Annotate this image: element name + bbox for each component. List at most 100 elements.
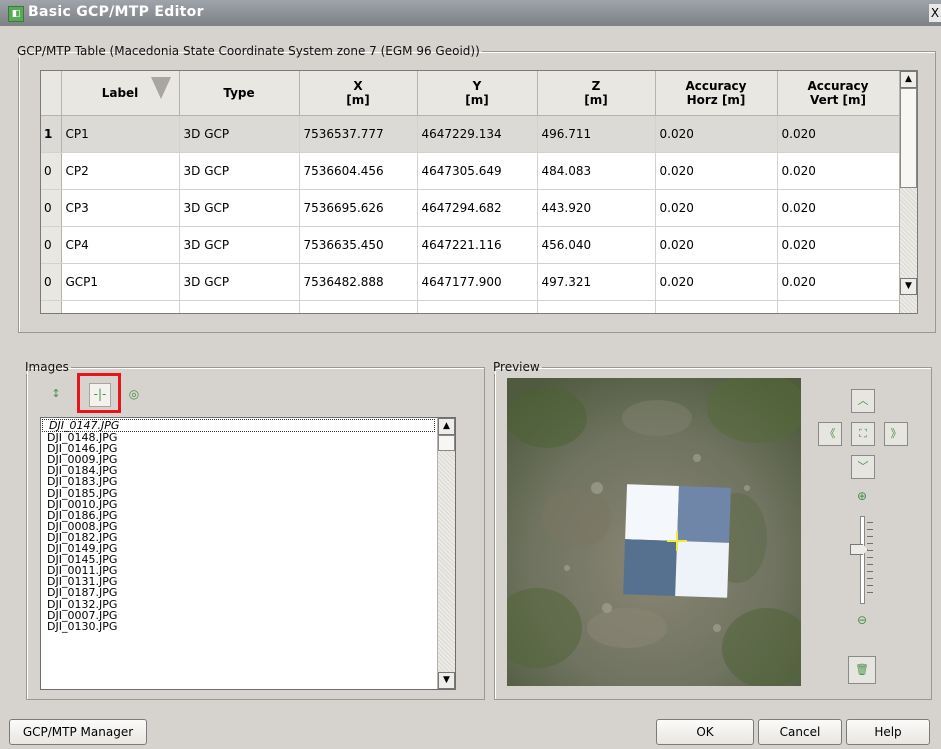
cell-z[interactable]: 497.321 xyxy=(537,263,656,301)
cell-x[interactable]: 7536537.777 xyxy=(299,115,418,153)
pan-right-icon[interactable]: 》 xyxy=(884,422,908,446)
scroll-up-icon[interactable]: ▲ xyxy=(900,71,917,88)
cell-type[interactable]: 3D GCP xyxy=(179,226,300,264)
close-icon[interactable]: X xyxy=(929,4,941,22)
cell-y[interactable]: 4647177.900 xyxy=(417,263,538,301)
cell-z[interactable]: 484.083 xyxy=(537,152,656,190)
cell-type[interactable]: 3D GCP xyxy=(179,152,300,190)
cell-accuracy-vert[interactable]: 0.020 xyxy=(777,115,900,153)
column-header-text: X xyxy=(353,79,363,93)
cell-accuracy-horz[interactable]: 0.020 xyxy=(655,152,778,190)
cell-x[interactable]: 7536482.888 xyxy=(299,263,418,301)
table-row[interactable]: 0 GCP1 3D GCP 7536482.888 4647177.900 49… xyxy=(41,263,900,301)
column-header-text: Z xyxy=(591,79,601,93)
column-header-accuracy-vert[interactable]: Accuracy Vert [m] xyxy=(777,71,900,116)
gcp-table[interactable]: Label Type X [m] Y [m] Z [m] Accuracy Horz [… xyxy=(40,70,918,314)
pan-down-icon[interactable]: ﹀ xyxy=(851,455,875,479)
slider-ticks xyxy=(867,522,873,596)
cell-y[interactable]: 4647229.134 xyxy=(417,115,538,153)
list-item[interactable]: DJI_0187.JPG xyxy=(41,587,455,598)
cell-accuracy-vert[interactable]: 0.020 xyxy=(777,152,900,190)
image-list[interactable]: DJI_0147.JPG DJI_0148.JPG DJI_0146.JPG D… xyxy=(40,417,456,690)
cell-type[interactable]: 3D GCP xyxy=(179,189,300,227)
zoom-slider[interactable] xyxy=(850,516,874,604)
row-flag: 0 xyxy=(41,226,62,264)
scroll-thumb[interactable] xyxy=(900,88,917,188)
table-row[interactable]: 1 CP1 3D GCP 7536537.777 4647229.134 496… xyxy=(41,115,900,153)
cell-label[interactable]: GCP1 xyxy=(61,263,180,301)
scroll-thumb[interactable] xyxy=(438,435,455,451)
ok-button[interactable]: OK xyxy=(656,719,754,745)
row-flag: 1 xyxy=(41,115,62,153)
fit-icon[interactable]: ⛶ xyxy=(851,422,875,446)
list-item[interactable]: DJI_0183.JPG xyxy=(41,476,455,487)
column-header-z[interactable]: Z [m] xyxy=(537,71,656,116)
trash-icon[interactable]: 🗑 xyxy=(848,656,876,684)
cell-accuracy-horz[interactable]: 0.020 xyxy=(655,263,778,301)
cell-y[interactable]: 4647294.682 xyxy=(417,189,538,227)
cell-accuracy-vert[interactable]: 0.020 xyxy=(777,263,900,301)
column-header-unit: [m] xyxy=(584,93,608,107)
slider-thumb[interactable] xyxy=(850,544,868,555)
cell-y[interactable]: 4647221.116 xyxy=(417,226,538,264)
cell-accuracy-vert[interactable]: 0.020 xyxy=(777,226,900,264)
help-button[interactable]: Help xyxy=(846,719,930,745)
column-header-type[interactable]: Type xyxy=(179,71,300,116)
column-header-accuracy-horz[interactable]: Accuracy Horz [m] xyxy=(655,71,778,116)
cell-accuracy-horz[interactable]: 0.020 xyxy=(655,115,778,153)
column-header-text: Y xyxy=(472,79,482,93)
pan-left-icon[interactable]: 《 xyxy=(818,422,842,446)
cell-z[interactable]: 496.711 xyxy=(537,115,656,153)
cell-x[interactable]: 7536695.626 xyxy=(299,189,418,227)
table-row[interactable]: 0 CP3 3D GCP 7536695.626 4647294.682 443… xyxy=(41,189,900,227)
preview-image[interactable] xyxy=(507,378,801,686)
images-group-legend: Images xyxy=(25,360,69,374)
scroll-down-icon[interactable]: ▼ xyxy=(438,672,455,689)
column-header-unit: [m] xyxy=(465,93,489,107)
cancel-button[interactable]: Cancel xyxy=(758,719,842,745)
cell-x[interactable]: 7536635.450 xyxy=(299,226,418,264)
cell-type[interactable]: 3D GCP xyxy=(179,263,300,301)
table-row[interactable] xyxy=(41,300,900,313)
preview-group-legend: Preview xyxy=(493,360,540,374)
editor-window: ◧ Basic GCP/MTP Editor X GCP/MTP Table (… xyxy=(0,0,941,749)
table-row[interactable]: 0 CP4 3D GCP 7536635.450 4647221.116 456… xyxy=(41,226,900,264)
list-item[interactable]: DJI_0132.JPG xyxy=(41,598,455,610)
column-header-text: Type xyxy=(223,86,255,100)
scroll-up-icon[interactable]: ▲ xyxy=(438,418,455,435)
column-header-x[interactable]: X [m] xyxy=(299,71,418,116)
row-header-corner xyxy=(41,71,62,116)
sort-indicator-icon xyxy=(150,77,171,99)
table-row[interactable]: 0 CP2 3D GCP 7536604.456 4647305.649 484… xyxy=(41,152,900,190)
cell-label[interactable]: CP2 xyxy=(61,152,180,190)
column-header-text: Accuracy xyxy=(685,79,747,93)
column-header-y[interactable]: Y [m] xyxy=(417,71,538,116)
tie-point-icon[interactable]: -|- xyxy=(89,383,111,407)
list-item[interactable]: DJI_0130.JPG xyxy=(41,621,455,632)
sort-az-icon[interactable]: ↕ xyxy=(46,384,66,404)
cell-label[interactable]: CP1 xyxy=(61,115,180,153)
camera-icon[interactable]: ◎ xyxy=(124,384,144,404)
zoom-out-icon[interactable]: ⊖ xyxy=(852,610,872,630)
list-item[interactable]: DJI_0185.JPG xyxy=(41,488,455,499)
cell-label[interactable]: CP3 xyxy=(61,189,180,227)
row-flag: 0 xyxy=(41,152,62,190)
scroll-down-icon[interactable]: ▼ xyxy=(900,278,917,295)
cell-type[interactable]: 3D GCP xyxy=(179,115,300,153)
window-title: Basic GCP/MTP Editor xyxy=(28,4,204,20)
cell-z[interactable]: 443.920 xyxy=(537,189,656,227)
zoom-in-icon[interactable]: ⊕ xyxy=(852,486,872,506)
cell-y[interactable]: 4647305.649 xyxy=(417,152,538,190)
cell-accuracy-horz[interactable]: 0.020 xyxy=(655,226,778,264)
cell-accuracy-horz[interactable]: 0.020 xyxy=(655,189,778,227)
image-list-scrollbar[interactable]: ▲ ▼ xyxy=(437,418,455,689)
cell-accuracy-vert[interactable]: 0.020 xyxy=(777,189,900,227)
cell-label[interactable]: CP4 xyxy=(61,226,180,264)
column-header-label[interactable]: Label xyxy=(61,71,180,116)
table-scrollbar[interactable]: ▲ ▼ xyxy=(899,71,917,313)
cell-x[interactable]: 7536604.456 xyxy=(299,152,418,190)
gcp-mtp-manager-button[interactable]: GCP/MTP Manager xyxy=(9,719,147,745)
column-header-unit: Vert [m] xyxy=(809,93,867,107)
cell-z[interactable]: 456.040 xyxy=(537,226,656,264)
pan-up-icon[interactable]: ︿ xyxy=(851,389,875,413)
